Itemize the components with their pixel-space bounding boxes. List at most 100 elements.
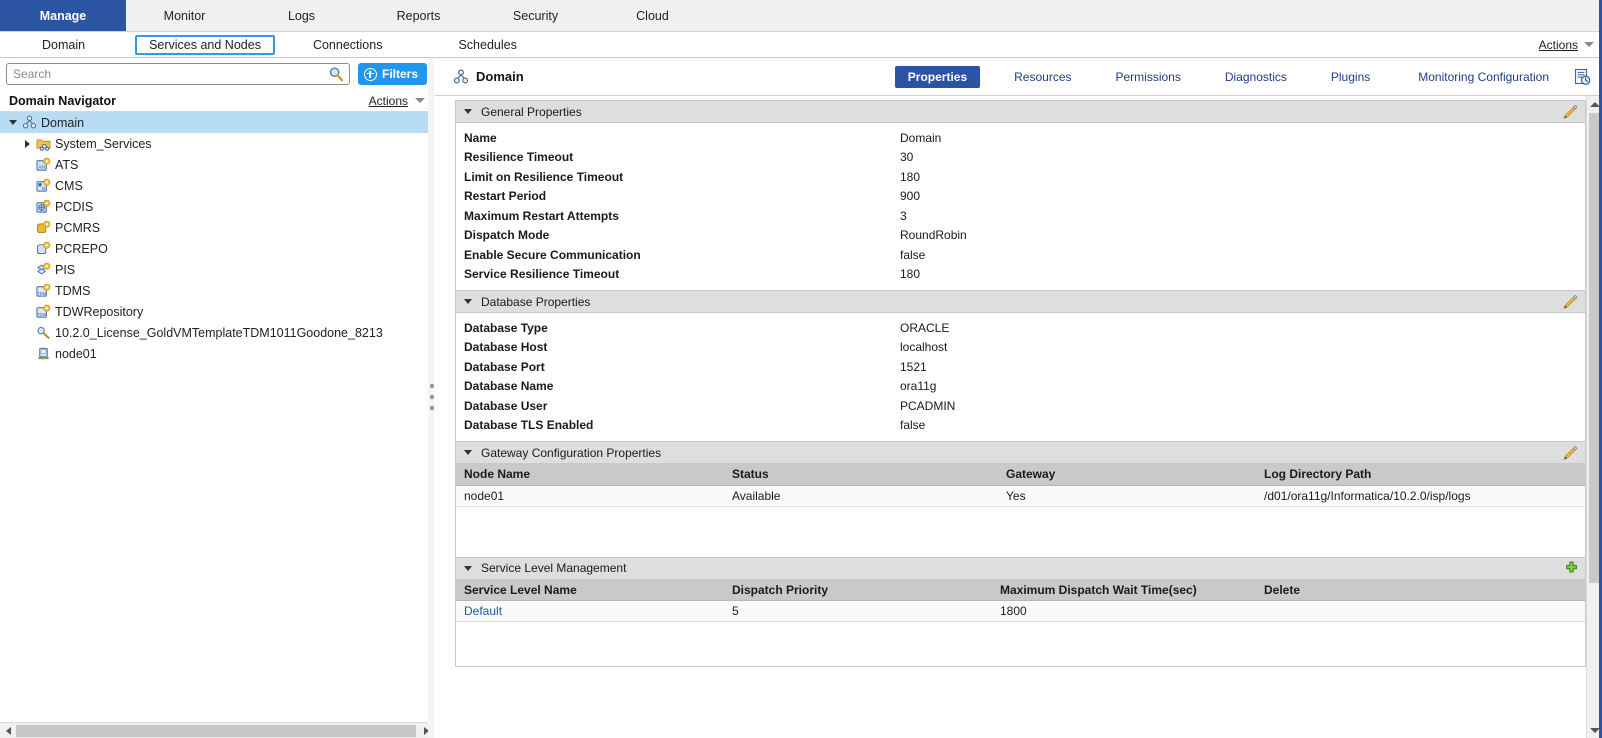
column-header-service-level-name[interactable]: Service Level Name bbox=[456, 579, 724, 601]
property-label: Database Type bbox=[464, 320, 548, 335]
column-header-gateway[interactable]: Gateway bbox=[998, 464, 1256, 486]
section-header-general[interactable]: General Properties bbox=[456, 101, 1585, 123]
log-history-icon[interactable] bbox=[1572, 67, 1592, 87]
section-general-properties: General Properties Name Domain Resilienc… bbox=[455, 100, 1586, 290]
chevron-down-icon[interactable] bbox=[1584, 42, 1594, 47]
collapse-triangle-icon[interactable] bbox=[464, 109, 472, 114]
column-header-dispatch-priority[interactable]: Dispatch Priority bbox=[724, 579, 992, 601]
svg-text:AN: AN bbox=[38, 165, 45, 170]
tree-item-label: PCREPO bbox=[55, 241, 108, 256]
filters-label: Filters bbox=[381, 67, 418, 81]
subnav-item-connections[interactable]: Connections bbox=[301, 35, 395, 55]
tree-item-cms[interactable]: CMS bbox=[0, 175, 433, 196]
twisty-collapsed-icon[interactable] bbox=[20, 139, 34, 148]
property-row: Enable Secure Communication false bbox=[456, 245, 1585, 265]
folder-services-icon bbox=[34, 136, 52, 151]
tree-item-label: node01 bbox=[55, 346, 97, 361]
column-header-log-directory-path[interactable]: Log Directory Path bbox=[1256, 464, 1585, 486]
search-icon[interactable] bbox=[328, 66, 344, 82]
navigator-actions: Actions bbox=[369, 94, 425, 108]
tree-item-node01[interactable]: node01 bbox=[0, 343, 433, 364]
column-header-max-dispatch-wait[interactable]: Maximum Dispatch Wait Time(sec) bbox=[992, 579, 1256, 601]
collapse-triangle-icon[interactable] bbox=[464, 299, 472, 304]
subnav-item-domain[interactable]: Domain bbox=[30, 35, 97, 55]
navigator-actions-button[interactable]: Actions bbox=[369, 94, 408, 108]
cell-node-name: node01 bbox=[456, 485, 724, 507]
topnav-item-security[interactable]: Security bbox=[477, 0, 594, 31]
topnav-item-reports[interactable]: Reports bbox=[360, 0, 477, 31]
property-row: Maximum Restart Attempts 3 bbox=[456, 206, 1585, 226]
tab-diagnostics[interactable]: Diagnostics bbox=[1212, 66, 1300, 88]
section-title: General Properties bbox=[481, 104, 582, 119]
property-row: Name Domain bbox=[456, 128, 1585, 148]
collapse-triangle-icon[interactable] bbox=[464, 450, 472, 455]
node-icon bbox=[34, 346, 52, 361]
topnav-item-monitor[interactable]: Monitor bbox=[126, 0, 243, 31]
tab-permissions[interactable]: Permissions bbox=[1103, 66, 1194, 88]
add-plus-icon[interactable] bbox=[1564, 561, 1579, 576]
cell-delete[interactable] bbox=[1256, 600, 1585, 622]
tree-item-label: TDWRepository bbox=[55, 304, 144, 319]
service-pcmrs-icon bbox=[34, 220, 52, 235]
tree-item-pcmrs[interactable]: PCMRS bbox=[0, 217, 433, 238]
property-value: PCADMIN bbox=[900, 398, 956, 413]
tab-label: Resources bbox=[1014, 69, 1072, 84]
cell-dispatch-priority: 5 bbox=[724, 600, 992, 622]
service-level-link[interactable]: Default bbox=[464, 604, 502, 618]
collapse-triangle-icon[interactable] bbox=[464, 565, 472, 571]
hscroll-track[interactable] bbox=[16, 724, 418, 737]
actions-menu-button[interactable]: Actions bbox=[1539, 38, 1578, 52]
column-header-delete[interactable]: Delete bbox=[1256, 579, 1585, 601]
section-header-database[interactable]: Database Properties bbox=[456, 291, 1585, 313]
cell-gateway: Yes bbox=[998, 485, 1256, 507]
section-tools bbox=[1562, 293, 1579, 310]
tab-label: Plugins bbox=[1330, 69, 1371, 84]
edit-pencil-icon[interactable] bbox=[1562, 293, 1579, 310]
tree-item-system-services[interactable]: System_Services bbox=[0, 133, 433, 154]
property-row: Resilience Timeout 30 bbox=[456, 148, 1585, 168]
table-row[interactable]: node01 Available Yes /d01/ora11g/Informa… bbox=[456, 485, 1585, 507]
column-header-node-name[interactable]: Node Name bbox=[456, 464, 724, 486]
tree-item-tdwrepository[interactable]: TDW TDWRepository bbox=[0, 301, 433, 322]
details-content: General Properties Name Domain Resilienc… bbox=[435, 96, 1586, 738]
edit-pencil-icon[interactable] bbox=[1562, 103, 1579, 120]
tree-item-domain[interactable]: Domain bbox=[0, 112, 433, 133]
tree-item-pis[interactable]: PIS bbox=[0, 259, 433, 280]
property-label: Database User bbox=[464, 398, 548, 413]
column-header-status[interactable]: Status bbox=[724, 464, 998, 486]
tree-item-pcrepo[interactable]: PCREPO bbox=[0, 238, 433, 259]
section-header-gateway[interactable]: Gateway Configuration Properties bbox=[456, 442, 1585, 464]
topnav-item-manage[interactable]: Manage bbox=[0, 0, 126, 31]
scroll-left-arrow-icon[interactable] bbox=[0, 723, 16, 738]
tree-item-license[interactable]: 10.2.0_License_GoldVMTemplateTDM1011Good… bbox=[0, 322, 433, 343]
tab-plugins[interactable]: Plugins bbox=[1318, 66, 1383, 88]
topnav-item-cloud[interactable]: Cloud bbox=[594, 0, 711, 31]
hscroll-thumb[interactable] bbox=[16, 724, 416, 737]
tab-properties[interactable]: Properties bbox=[894, 65, 981, 88]
section-gateway-configuration: Gateway Configuration Properties Node Na… bbox=[455, 441, 1586, 557]
subnav-item-services-and-nodes[interactable]: Services and Nodes bbox=[135, 34, 275, 55]
tree-item-pcdis[interactable]: PCDIS bbox=[0, 196, 433, 217]
panel-splitter[interactable] bbox=[428, 58, 434, 738]
tab-monitoring-configuration[interactable]: Monitoring Configuration bbox=[1405, 66, 1562, 88]
topnav-item-logs[interactable]: Logs bbox=[243, 0, 360, 31]
twisty-expanded-icon[interactable] bbox=[6, 120, 20, 125]
section-header-service-level[interactable]: Service Level Management bbox=[456, 557, 1585, 580]
splitter-grip[interactable] bbox=[429, 384, 434, 410]
cell-service-level-name[interactable]: Default bbox=[456, 600, 724, 622]
tree-item-label: PCMRS bbox=[55, 220, 101, 235]
tab-resources[interactable]: Resources bbox=[1001, 66, 1084, 88]
sidebar-horizontal-scrollbar[interactable] bbox=[0, 722, 434, 738]
tree-item-tdms[interactable]: TDM TDMS bbox=[0, 280, 433, 301]
section-body-database: Database Type ORACLE Database Host localho… bbox=[456, 313, 1585, 441]
search-box[interactable] bbox=[6, 63, 350, 85]
search-input[interactable] bbox=[7, 65, 349, 83]
edit-pencil-icon[interactable] bbox=[1562, 444, 1579, 461]
tree-item-ats[interactable]: AN ATS bbox=[0, 154, 433, 175]
subnav-item-schedules[interactable]: Schedules bbox=[446, 35, 528, 55]
table-row[interactable]: Default 5 1800 bbox=[456, 600, 1585, 622]
property-value: RoundRobin bbox=[900, 228, 967, 243]
filters-button[interactable]: Filters bbox=[357, 63, 427, 85]
property-row: Database User PCADMIN bbox=[456, 396, 1585, 416]
chevron-down-icon[interactable] bbox=[415, 98, 425, 103]
